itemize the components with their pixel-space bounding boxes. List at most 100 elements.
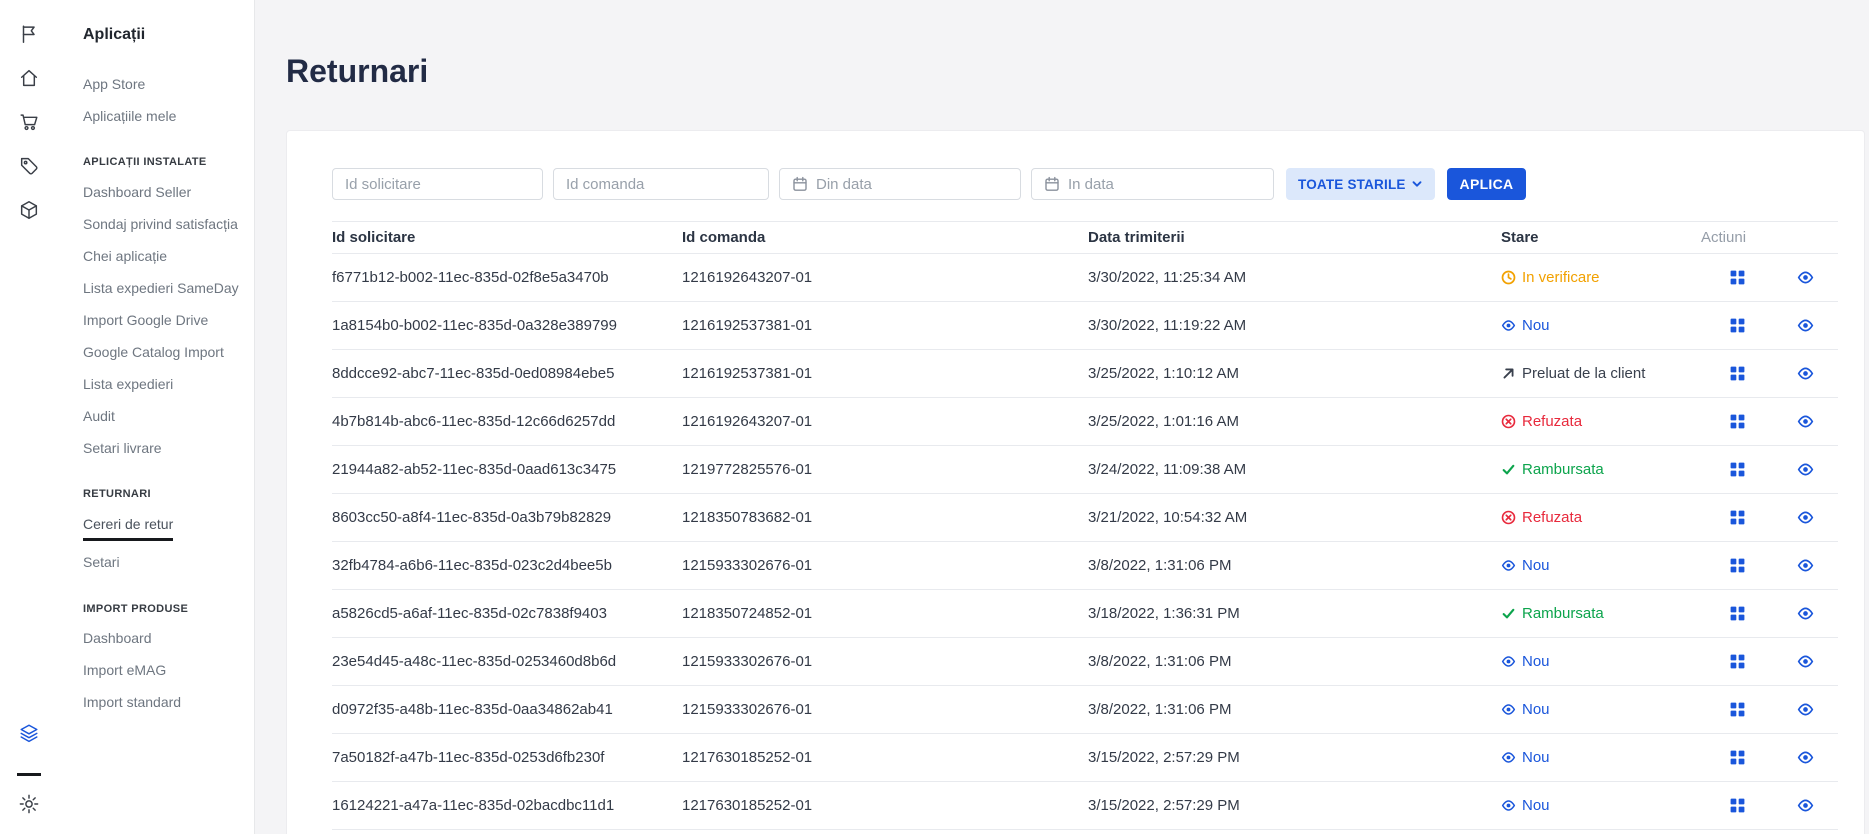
- sidebar-section-aplicatii-instalate: APLICAȚII INSTALATE: [83, 156, 207, 168]
- flag-icon[interactable]: [17, 22, 41, 46]
- cell-actions: [1701, 509, 1838, 526]
- sidebar-title: Aplicații: [83, 26, 146, 43]
- sidebar-item-lista-expedieri[interactable]: Lista expedieri: [83, 368, 240, 400]
- gear-icon[interactable]: [17, 792, 41, 816]
- calendar-icon: [1044, 176, 1060, 192]
- table-header: Id solicitare Id comanda Data trimiterii…: [332, 221, 1838, 254]
- apply-button[interactable]: APLICA: [1447, 168, 1526, 200]
- clock-icon: [1501, 270, 1516, 285]
- grid-actions-button[interactable]: [1729, 797, 1746, 814]
- cart-icon[interactable]: [17, 110, 41, 134]
- grid-actions-button[interactable]: [1729, 701, 1746, 718]
- cell-data-trimiterii: 3/15/2022, 2:57:29 PM: [1088, 749, 1240, 766]
- cell-actions: [1701, 269, 1838, 286]
- status-badge: Nou: [1501, 653, 1701, 670]
- cell-id-solicitare: 21944a82-ab52-11ec-835d-0aad613c3475: [332, 461, 617, 478]
- sidebar-item-import-emag[interactable]: Import eMAG: [83, 655, 240, 687]
- grid-actions-button[interactable]: [1729, 269, 1746, 286]
- cell-id-comanda: 1216192643207-01: [682, 413, 813, 430]
- cell-data-trimiterii: 3/8/2022, 1:31:06 PM: [1088, 701, 1232, 718]
- grid-actions-button[interactable]: [1729, 749, 1746, 766]
- returns-table: Id solicitare Id comanda Data trimiterii…: [332, 221, 1838, 830]
- package-icon[interactable]: [17, 198, 41, 222]
- tag-icon[interactable]: [17, 154, 41, 178]
- table-row: f6771b12-b002-11ec-835d-02f8e5a3470b 121…: [332, 254, 1838, 302]
- cell-actions: [1701, 317, 1838, 334]
- sidebar-item-cereri-de-retur[interactable]: Cereri de retur: [83, 508, 174, 541]
- table-row: 23e54d45-a48c-11ec-835d-0253460d8b6d 121…: [332, 638, 1838, 686]
- view-details-button[interactable]: [1797, 557, 1814, 574]
- status-label: In verificare: [1522, 269, 1600, 286]
- sidebar-item-app-store[interactable]: App Store: [83, 68, 240, 100]
- cell-id-solicitare: 8ddcce92-abc7-11ec-835d-0ed08984ebe5: [332, 365, 615, 382]
- grid-actions-button[interactable]: [1729, 605, 1746, 622]
- sidebar-item-chei-aplicatie[interactable]: Chei aplicație: [83, 240, 240, 272]
- view-details-button[interactable]: [1797, 653, 1814, 670]
- status-label: Rambursata: [1522, 461, 1604, 478]
- status-label: Rambursata: [1522, 605, 1604, 622]
- sidebar-item-setari[interactable]: Setari: [83, 547, 240, 579]
- cell-actions: [1701, 413, 1838, 430]
- view-details-button[interactable]: [1797, 797, 1814, 814]
- status-badge: Nou: [1501, 557, 1701, 574]
- status-badge: Nou: [1501, 797, 1701, 814]
- grid-actions-button[interactable]: [1729, 461, 1746, 478]
- cell-data-trimiterii: 3/30/2022, 11:19:22 AM: [1088, 317, 1247, 334]
- view-details-button[interactable]: [1797, 365, 1814, 382]
- sidebar-item-audit[interactable]: Audit: [83, 400, 240, 432]
- in-data-input[interactable]: [1068, 175, 1261, 193]
- sidebar-section-returnari: RETURNARI: [83, 488, 151, 500]
- view-details-button[interactable]: [1797, 461, 1814, 478]
- view-details-button[interactable]: [1797, 749, 1814, 766]
- status-label: Refuzata: [1522, 413, 1583, 430]
- grid-actions-button[interactable]: [1729, 557, 1746, 574]
- grid-actions-button[interactable]: [1729, 413, 1746, 430]
- view-details-button[interactable]: [1797, 701, 1814, 718]
- layers-icon[interactable]: [17, 721, 41, 745]
- din-data-input[interactable]: [816, 175, 1008, 193]
- chevron-down-icon: [1411, 178, 1423, 190]
- home-icon[interactable]: [17, 66, 41, 90]
- cell-id-solicitare: d0972f35-a48b-11ec-835d-0aa34862ab41: [332, 701, 613, 718]
- cell-id-comanda: 1216192643207-01: [682, 269, 813, 286]
- sidebar-item-dashboard-seller[interactable]: Dashboard Seller: [83, 176, 240, 208]
- cell-id-solicitare: 7a50182f-a47b-11ec-835d-0253d6fb230f: [332, 749, 605, 766]
- sidebar-section-import-produse: IMPORT PRODUSE: [83, 602, 189, 615]
- check-icon: [1501, 462, 1516, 477]
- grid-actions-button[interactable]: [1729, 509, 1746, 526]
- view-details-button[interactable]: [1797, 269, 1814, 286]
- view-details-button[interactable]: [1797, 317, 1814, 334]
- cell-data-trimiterii: 3/25/2022, 1:10:12 AM: [1088, 365, 1239, 382]
- cell-id-comanda: 1215933302676-01: [682, 653, 813, 670]
- grid-actions-button[interactable]: [1729, 317, 1746, 334]
- table-row: 8ddcce92-abc7-11ec-835d-0ed08984ebe5 121…: [332, 350, 1838, 398]
- cell-actions: [1701, 605, 1838, 622]
- sidebar-item-dashboard[interactable]: Dashboard: [83, 623, 240, 655]
- eye-icon: [1501, 702, 1516, 717]
- states-dropdown[interactable]: TOATE STARILE: [1286, 168, 1435, 200]
- sidebar-item-sondaj-satisfactia[interactable]: Sondaj privind satisfacția: [83, 208, 240, 240]
- eye-icon: [1501, 318, 1516, 333]
- sidebar-item-google-catalog-import[interactable]: Google Catalog Import: [83, 336, 240, 368]
- cell-id-comanda: 1215933302676-01: [682, 557, 813, 574]
- cell-id-solicitare: 23e54d45-a48c-11ec-835d-0253460d8b6d: [332, 653, 617, 670]
- view-details-button[interactable]: [1797, 509, 1814, 526]
- sidebar-item-setari-livrare[interactable]: Setari livrare: [83, 432, 240, 464]
- table-row: 1a8154b0-b002-11ec-835d-0a328e389799 121…: [332, 302, 1838, 350]
- table-row: 16124221-a47a-11ec-835d-02bacdbc11d1 121…: [332, 782, 1838, 830]
- id-comanda-input[interactable]: [566, 175, 756, 193]
- grid-actions-button[interactable]: [1729, 365, 1746, 382]
- sidebar-item-import-standard[interactable]: Import standard: [83, 687, 240, 719]
- id-comanda-field-wrap: [553, 168, 769, 200]
- grid-actions-button[interactable]: [1729, 653, 1746, 670]
- circle-x-icon: [1501, 414, 1516, 429]
- view-details-button[interactable]: [1797, 413, 1814, 430]
- sidebar-item-lista-expedieri-sameday[interactable]: Lista expedieri SameDay: [83, 272, 240, 304]
- id-solicitare-input[interactable]: [345, 175, 530, 193]
- cell-actions: [1701, 365, 1838, 382]
- table-row: 8603cc50-a8f4-11ec-835d-0a3b79b82829 121…: [332, 494, 1838, 542]
- sidebar-item-import-google-drive[interactable]: Import Google Drive: [83, 304, 240, 336]
- sidebar-item-aplicatiile-mele[interactable]: Aplicațiile mele: [83, 100, 240, 132]
- view-details-button[interactable]: [1797, 605, 1814, 622]
- cell-id-comanda: 1217630185252-01: [682, 749, 813, 766]
